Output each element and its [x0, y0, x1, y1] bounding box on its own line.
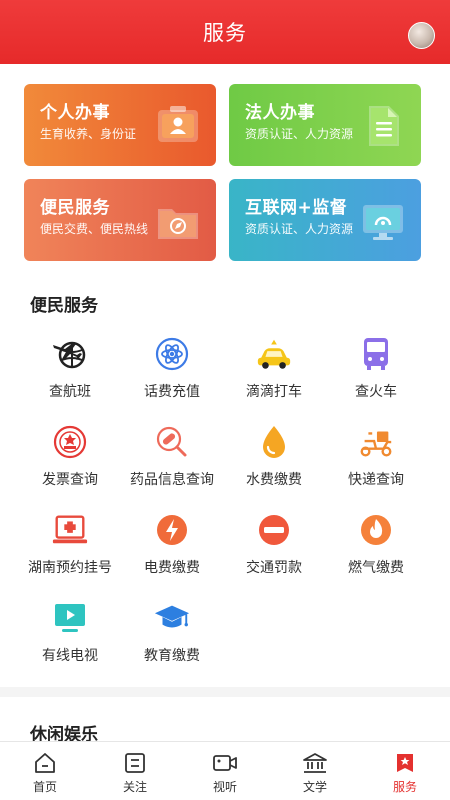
service-label: 电费缴费 [144, 560, 200, 576]
card-subtitle: 资质认证、人力资源 [245, 222, 354, 236]
service-item-flight[interactable]: 查航班 [14, 335, 126, 415]
service-label: 查火车 [355, 384, 397, 400]
folder-compass-icon [154, 197, 202, 245]
tab-label: 关注 [122, 780, 147, 794]
service-item-water-bill[interactable]: 水费缴费 [218, 423, 330, 503]
service-label: 滴滴打车 [246, 384, 302, 400]
plane-globe-icon [51, 335, 89, 373]
medical-laptop-icon [51, 511, 89, 549]
page-title: 服务 [203, 21, 247, 45]
lightning-icon [153, 511, 191, 549]
card-corporate-affairs[interactable]: 法人办事 资质认证、人力资源 [229, 84, 421, 166]
section-divider [0, 687, 450, 697]
card-personal-affairs[interactable]: 个人办事 生育收养、身份证 [24, 84, 216, 166]
service-page: 服务 个人办事 生育收养、身份证 法人办事 资质认证、人力资源 便民服务 便民交… [0, 0, 450, 800]
card-title: 便民服务 [40, 198, 110, 218]
service-item-cable-tv[interactable]: 有线电视 [14, 599, 126, 679]
car-icon [255, 335, 293, 373]
service-label: 教育缴费 [144, 648, 200, 664]
service-item-phone-recharge[interactable]: 话费充值 [116, 335, 228, 415]
tab-label: 服务 [392, 780, 417, 794]
service-label: 水费缴费 [246, 472, 302, 488]
follow-icon [121, 750, 149, 776]
no-entry-icon [255, 511, 293, 549]
service-label: 查航班 [49, 384, 91, 400]
service-label: 发票查询 [42, 472, 98, 488]
pill-icon [153, 423, 191, 461]
service-item-traffic-fine[interactable]: 交通罚款 [218, 511, 330, 591]
service-label: 快递查询 [348, 472, 404, 488]
card-subtitle: 资质认证、人力资源 [245, 127, 354, 141]
avatar[interactable] [408, 22, 435, 49]
tab-label: 文学 [302, 780, 327, 794]
service-label: 药品信息查询 [130, 472, 214, 488]
card-subtitle: 生育收养、身份证 [40, 127, 137, 141]
atom-icon [153, 335, 191, 373]
tab-label: 视听 [212, 780, 237, 794]
section-title-convenience: 便民服务 [30, 296, 98, 316]
water-drop-icon [255, 423, 293, 461]
card-internet-supervision[interactable]: 互联网+监督 资质认证、人力资源 [229, 179, 421, 261]
service-label: 话费充值 [144, 384, 200, 400]
service-item-didi-taxi[interactable]: 滴滴打车 [218, 335, 330, 415]
tv-play-icon [51, 599, 89, 637]
service-item-train[interactable]: 查火车 [320, 335, 432, 415]
graduation-cap-icon [153, 599, 191, 637]
service-item-hospital-booking[interactable]: 湖南预约挂号 [14, 511, 126, 591]
tax-seal-icon [51, 423, 89, 461]
tab-service[interactable]: 服务 [360, 742, 450, 800]
service-item-invoice[interactable]: 发票查询 [14, 423, 126, 503]
flame-icon [357, 511, 395, 549]
card-subtitle: 便民交费、便民热线 [40, 222, 149, 236]
service-item-education-fee[interactable]: 教育缴费 [116, 599, 228, 679]
document-icon [359, 102, 407, 150]
tab-home[interactable]: 首页 [0, 742, 90, 800]
service-item-express[interactable]: 快递查询 [320, 423, 432, 503]
monitor-icon [359, 197, 407, 245]
service-label: 有线电视 [42, 648, 98, 664]
service-label: 交通罚款 [246, 560, 302, 576]
video-icon [211, 750, 239, 776]
library-icon [301, 750, 329, 776]
service-badge-icon [391, 750, 419, 776]
bottom-tab-bar: 首页 关注 视听 文学 服务 [0, 741, 450, 800]
delivery-scooter-icon [357, 423, 395, 461]
card-title: 个人办事 [40, 103, 110, 123]
service-item-drug-info[interactable]: 药品信息查询 [116, 423, 228, 503]
service-item-electricity-bill[interactable]: 电费缴费 [116, 511, 228, 591]
top-bar: 服务 [0, 0, 450, 64]
service-label: 燃气缴费 [348, 560, 404, 576]
bus-icon [357, 335, 395, 373]
service-label: 湖南预约挂号 [28, 560, 112, 576]
service-item-gas-bill[interactable]: 燃气缴费 [320, 511, 432, 591]
card-title: 互联网+监督 [245, 198, 348, 218]
card-title: 法人办事 [245, 103, 315, 123]
home-icon [31, 750, 59, 776]
id-card-icon [154, 102, 202, 150]
tab-video[interactable]: 视听 [180, 742, 270, 800]
tab-literature[interactable]: 文学 [270, 742, 360, 800]
card-convenience-services[interactable]: 便民服务 便民交费、便民热线 [24, 179, 216, 261]
tab-label: 首页 [32, 780, 57, 794]
tab-follow[interactable]: 关注 [90, 742, 180, 800]
